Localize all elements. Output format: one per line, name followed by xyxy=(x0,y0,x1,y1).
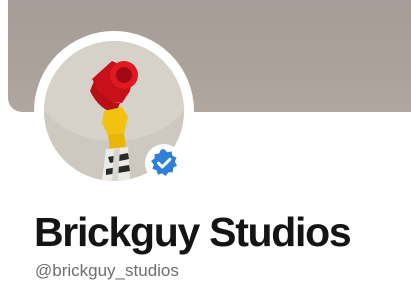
display-name: Brickguy Studios xyxy=(34,209,352,255)
verified-badge-icon xyxy=(151,149,177,176)
verified-badge[interactable] xyxy=(145,144,183,182)
username-handle: @brickguy_studios xyxy=(35,261,179,280)
profile-page: Brickguy Studios @brickguy_studios xyxy=(0,0,411,301)
